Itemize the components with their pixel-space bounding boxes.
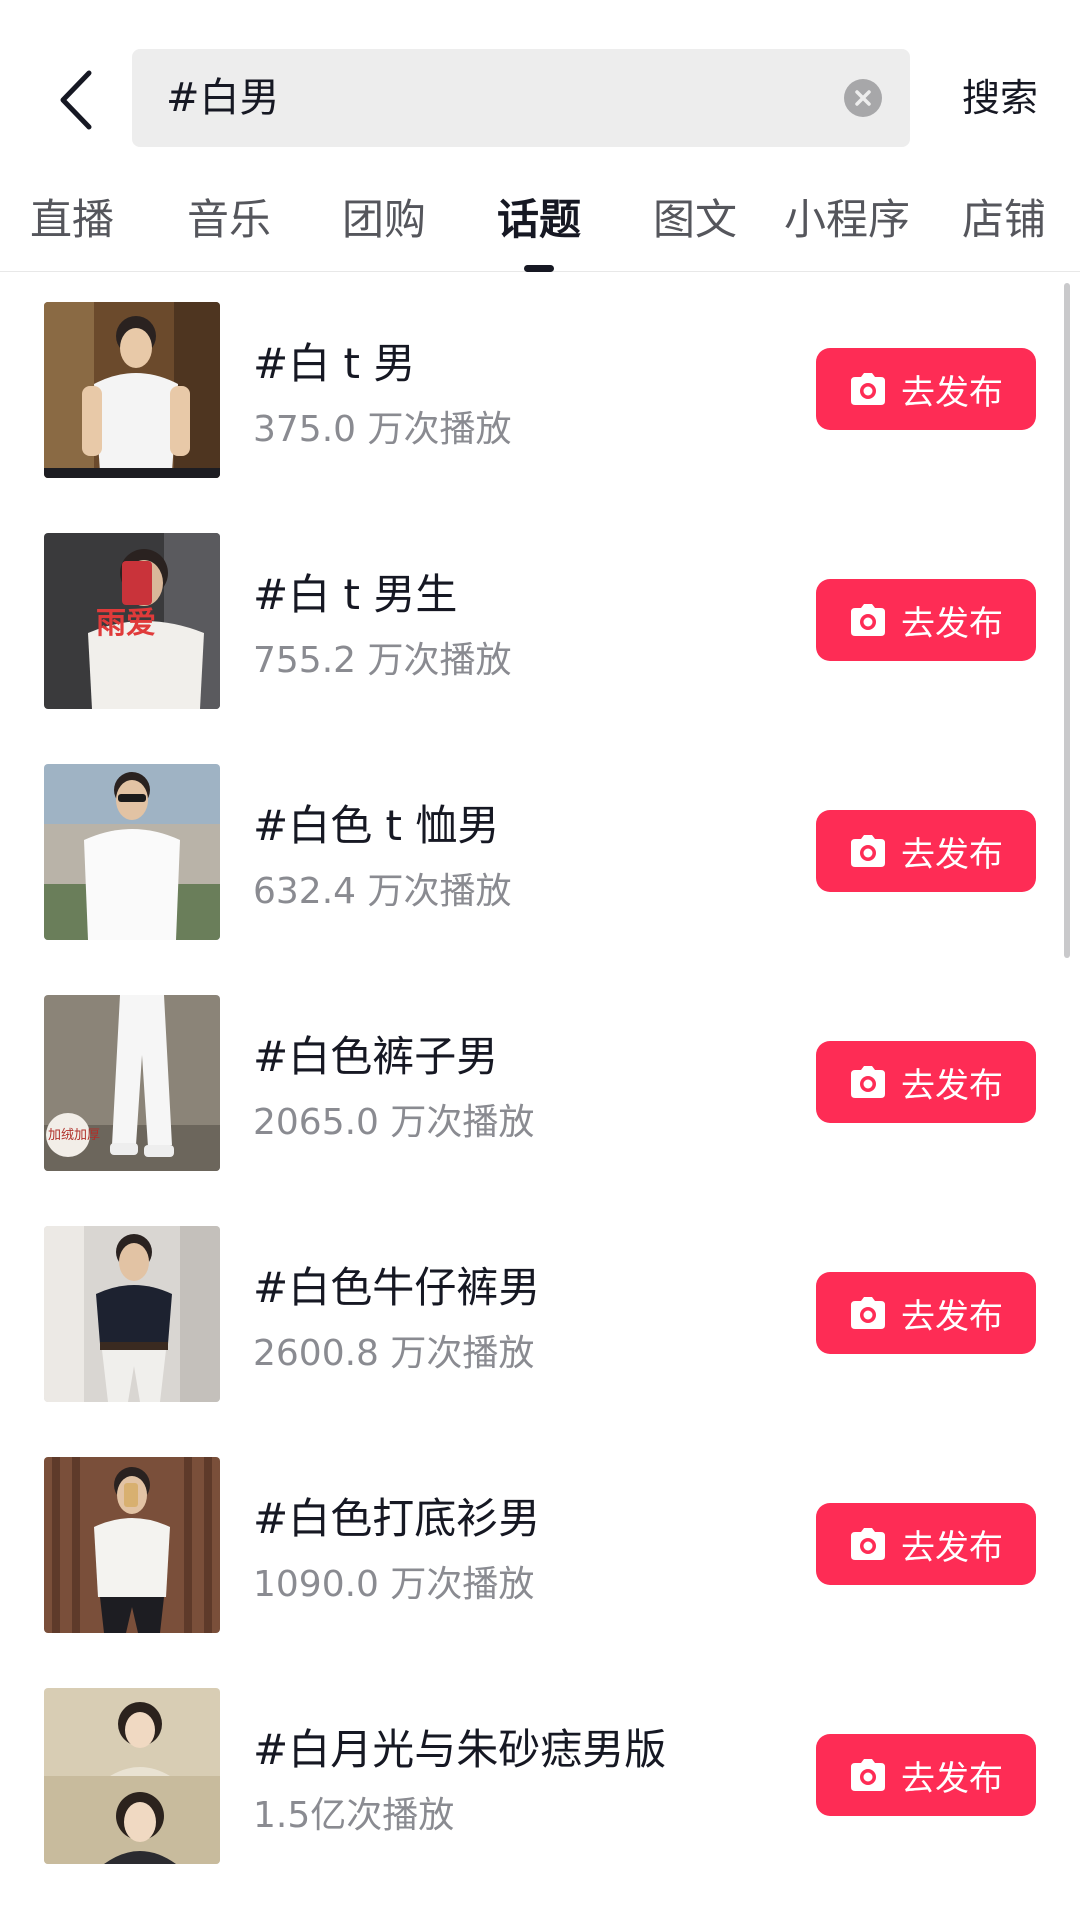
active-tab-indicator: [524, 265, 554, 272]
list-item[interactable]: #白色牛仔裤男 2600.8 万次播放 去发布: [0, 1196, 1080, 1427]
list-item[interactable]: 雨爱 #白 t 男生 755.2 万次播放 去发布: [0, 503, 1080, 734]
white-tshirt-man-photo-icon: [44, 302, 220, 478]
topic-title: #白月光与朱砂痣男版: [253, 1725, 667, 1774]
topic-thumbnail: [44, 1457, 220, 1633]
topic-play-count: 2065.0 万次播放: [253, 1102, 535, 1143]
topic-thumbnail: [44, 1226, 220, 1402]
camera-icon: [851, 1759, 885, 1791]
topic-title: #白 t 男: [253, 339, 416, 388]
list-item[interactable]: #白月光与朱砂痣男版 1.5亿次播放 去发布: [0, 1658, 1080, 1889]
publish-button[interactable]: 去发布: [816, 1272, 1036, 1354]
publish-button-label: 去发布: [901, 1758, 1003, 1799]
tab-shops[interactable]: 店铺: [962, 180, 1046, 260]
drama-still-photo-icon: [44, 1688, 220, 1864]
publish-button-label: 去发布: [901, 1527, 1003, 1568]
mirror-selfie-photo-icon: 雨爱: [44, 533, 220, 709]
topic-thumbnail: 雨爱: [44, 533, 220, 709]
publish-button[interactable]: 去发布: [816, 1734, 1036, 1816]
category-tabs: 直播 音乐 团购 话题 图文 小程序 店铺: [0, 180, 1080, 272]
topic-title: #白色 t 恤男: [253, 801, 500, 850]
camera-icon: [851, 1528, 885, 1560]
publish-button[interactable]: 去发布: [816, 579, 1036, 661]
search-header: #白男 搜索: [0, 0, 1080, 180]
thumbnail-caption: 加绒加厚: [48, 1128, 100, 1143]
search-query-text: #白男: [166, 75, 280, 121]
list-item[interactable]: 加绒加厚 #白色裤子男 2065.0 万次播放 去发布: [0, 965, 1080, 1196]
topic-thumbnail: 加绒加厚: [44, 995, 220, 1171]
list-item[interactable]: [0, 1889, 1080, 1919]
topic-title: #白色打底衫男: [253, 1494, 541, 1543]
close-icon: [855, 90, 871, 106]
topic-thumbnail: [44, 302, 220, 478]
white-turtleneck-photo-icon: [44, 1457, 220, 1633]
publish-button[interactable]: 去发布: [816, 348, 1036, 430]
camera-icon: [851, 604, 885, 636]
list-item[interactable]: #白色 t 恤男 632.4 万次播放 去发布: [0, 734, 1080, 965]
scrollbar[interactable]: [1064, 283, 1070, 958]
topic-play-count: 755.2 万次播放: [253, 640, 512, 681]
publish-button[interactable]: 去发布: [816, 810, 1036, 892]
topic-thumbnail: [44, 1688, 220, 1864]
tab-live[interactable]: 直播: [30, 180, 114, 260]
camera-icon: [851, 1297, 885, 1329]
topic-title: #白 t 男生: [253, 570, 458, 619]
topic-title: #白色牛仔裤男: [253, 1263, 541, 1312]
list-item[interactable]: #白 t 男 375.0 万次播放 去发布: [0, 272, 1080, 503]
camera-icon: [851, 835, 885, 867]
tab-image-text[interactable]: 图文: [653, 180, 737, 260]
topic-title: #白色裤子男: [253, 1032, 499, 1081]
tab-topics[interactable]: 话题: [497, 180, 581, 260]
publish-button-label: 去发布: [901, 603, 1003, 644]
publish-button[interactable]: 去发布: [816, 1041, 1036, 1123]
camera-icon: [851, 373, 885, 405]
chevron-left-icon: [60, 70, 92, 130]
back-button[interactable]: [40, 60, 110, 140]
publish-button-label: 去发布: [901, 372, 1003, 413]
search-button[interactable]: 搜索: [940, 49, 1060, 147]
publish-button-label: 去发布: [901, 834, 1003, 875]
tab-group-buy[interactable]: 团购: [342, 180, 426, 260]
thumbnail-caption: 雨爱: [96, 606, 156, 641]
tab-music[interactable]: 音乐: [187, 180, 271, 260]
man-polo-photo-icon: [44, 1226, 220, 1402]
white-pants-photo-icon: 加绒加厚: [44, 995, 220, 1171]
search-input[interactable]: #白男: [132, 49, 910, 147]
topic-play-count: 1.5亿次播放: [253, 1795, 455, 1836]
topic-thumbnail: [44, 764, 220, 940]
man-sunglasses-photo-icon: [44, 764, 220, 940]
topic-play-count: 1090.0 万次播放: [253, 1564, 535, 1605]
topic-play-count: 2600.8 万次播放: [253, 1333, 535, 1374]
tab-mini-program[interactable]: 小程序: [784, 180, 910, 260]
publish-button-label: 去发布: [901, 1296, 1003, 1337]
topic-play-count: 375.0 万次播放: [253, 409, 512, 450]
camera-icon: [851, 1066, 885, 1098]
publish-button[interactable]: 去发布: [816, 1503, 1036, 1585]
list-item[interactable]: #白色打底衫男 1090.0 万次播放 去发布: [0, 1427, 1080, 1658]
clear-search-button[interactable]: [844, 79, 882, 117]
publish-button-label: 去发布: [901, 1065, 1003, 1106]
topic-play-count: 632.4 万次播放: [253, 871, 512, 912]
